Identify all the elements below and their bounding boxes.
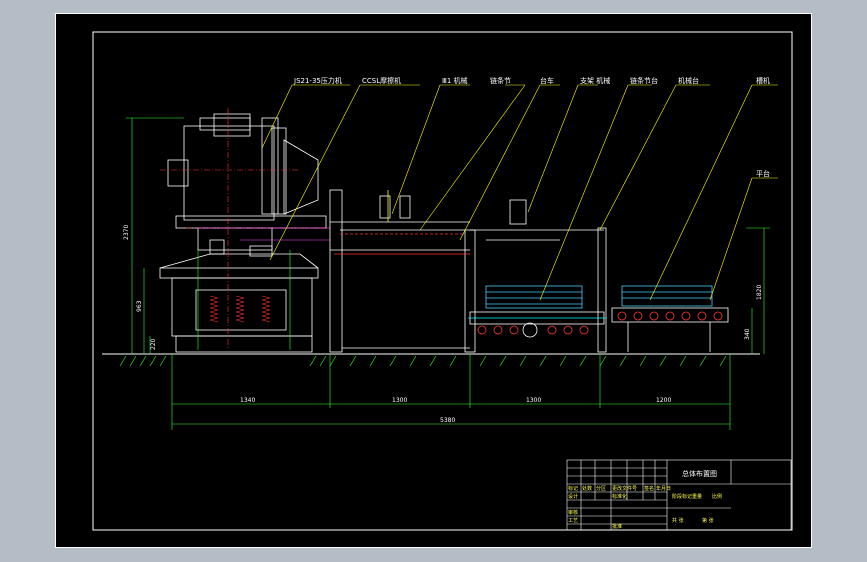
platform-rollers: [617, 311, 723, 321]
dimension-labels: 1340 1300 1300 1200 5380 2370 963 220 18…: [123, 225, 763, 424]
dim-220: 220: [150, 338, 157, 350]
output-platform: [611, 307, 729, 352]
callout-trolley: 台车: [540, 76, 554, 85]
tb-cell-4: 签名: [644, 485, 654, 492]
tb-cell-14: 共 张: [672, 517, 684, 524]
title-block-text: 总体布置图 标记 处数 分区 更改文件号 签名 年月日 设计 标准化 审核 工艺…: [568, 469, 722, 530]
dim-340: 340: [744, 328, 751, 340]
tb-cell-0: 标记: [568, 485, 578, 492]
tb-cell-7: 标准化: [612, 493, 627, 500]
press-machine: [159, 113, 327, 353]
dim-2370: 2370: [123, 225, 130, 240]
drawing-title: 总体布置图: [682, 469, 717, 478]
platform-blue-stack: [621, 285, 713, 307]
conveyor-station-1: [329, 189, 476, 353]
dim-1200: 1200: [656, 397, 671, 404]
press-magenta-lines: [198, 227, 330, 241]
tb-cell-9: 工艺: [568, 518, 578, 524]
leader-lines: [261, 84, 778, 301]
tb-cell-1: 处数: [582, 485, 592, 492]
press-springs: [209, 295, 271, 323]
tb-cell-3: 更改文件号: [612, 485, 637, 492]
station2-rollers: [477, 322, 589, 338]
dim-1340: 1340: [240, 397, 255, 404]
callout-friction: CCSL摩擦机: [362, 76, 401, 85]
tb-cell-12: 重量: [692, 493, 702, 500]
press-columns: [197, 250, 291, 350]
dim-1300b: 1300: [526, 397, 541, 404]
callout-labels: JS21-35压力机 CCSL摩擦机 Ⅲ1 机械 链条节 台车 支架 机械 链条…: [293, 76, 770, 178]
tb-cell-13: 比例: [712, 493, 722, 500]
tb-cell-5: 年月日: [656, 485, 671, 492]
ground-line: [102, 353, 760, 367]
tb-cell-6: 设计: [568, 493, 578, 500]
dim-963: 963: [136, 300, 143, 312]
tb-cell-15: 第 张: [702, 517, 714, 524]
drawing-canvas: JS21-35压力机 CCSL摩擦机 Ⅲ1 机械 链条节 台车 支架 机械 链条…: [92, 31, 793, 531]
callout-support: 支架 机械: [580, 76, 610, 85]
tb-cell-8: 审核: [568, 509, 578, 516]
cad-viewport: JS21-35压力机 CCSL摩擦机 Ⅲ1 机械 链条节 台车 支架 机械 链条…: [0, 0, 867, 562]
dim-1820: 1820: [756, 285, 763, 300]
callout-mech1: Ⅲ1 机械: [442, 76, 468, 85]
press-centerlines: [160, 108, 330, 350]
tb-cell-2: 分区: [596, 485, 606, 492]
callout-mech-table: 机械台: [678, 76, 699, 85]
callout-trough: 槽机: [756, 76, 770, 85]
dim-1300a: 1300: [392, 397, 407, 404]
tb-cell-10: 批准: [612, 523, 622, 530]
conveyor-red-rail: [334, 233, 470, 255]
callout-press: JS21-35压力机: [293, 76, 342, 85]
conveyor-station-2: [469, 199, 607, 353]
dim-5380: 5380: [440, 417, 455, 424]
callout-chain-table: 链条节台: [630, 76, 658, 85]
callout-platform: 平台: [756, 169, 770, 178]
station2-blue-stack: [485, 285, 583, 309]
callout-chain: 链条节: [490, 76, 511, 85]
tb-cell-11: 阶段标记: [672, 493, 692, 500]
